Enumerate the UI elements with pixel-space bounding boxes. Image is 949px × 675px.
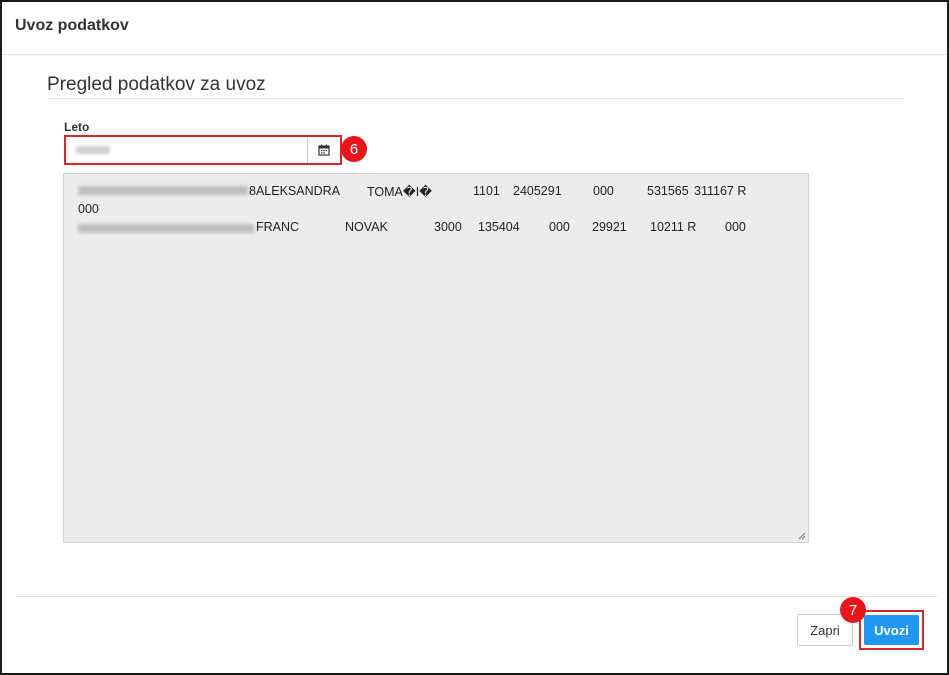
import-button[interactable]: Uvozi: [864, 615, 919, 645]
import-button-highlight: Uvozi: [859, 610, 924, 650]
section-title: Pregled podatkov za uvoz: [47, 74, 266, 95]
calendar-button[interactable]: [307, 137, 340, 163]
preview-row-3-surname: NOVAK: [345, 220, 388, 234]
year-input[interactable]: [66, 137, 307, 163]
preview-row-3-col8: 000: [725, 220, 746, 234]
dialog-title: Uvoz podatkov: [15, 17, 129, 34]
preview-row-1-surname: TOMA�I�: [367, 185, 432, 199]
preview-row-2: 000: [78, 202, 99, 216]
calendar-icon: [318, 144, 330, 156]
preview-row-1-col4: 2405291: [513, 184, 562, 198]
preview-row-3-col6: 29921: [592, 220, 627, 234]
footer-divider: [16, 596, 937, 597]
import-preview-textarea[interactable]: 8ALEKSANDRA TOMA�I� 1101 2405291 000 531…: [63, 173, 809, 543]
step-marker-6: 6: [341, 136, 367, 162]
preview-row-1-col3: 1101: [473, 184, 500, 198]
resize-handle-icon[interactable]: [798, 532, 806, 540]
redacted-year-value: [76, 146, 110, 154]
step-marker-7: 7: [840, 597, 866, 623]
section-divider: [47, 98, 905, 99]
preview-row-3-col7: 10211 R: [650, 220, 697, 234]
import-dialog: Uvoz podatkov Pregled podatkov za uvoz L…: [0, 0, 949, 675]
preview-row-1-name: 8ALEKSANDRA: [249, 184, 341, 198]
redacted-id-2: [78, 224, 254, 233]
preview-row-1-col7: 311167 R: [694, 184, 747, 198]
preview-row-3-col5: 000: [549, 220, 570, 234]
year-input-group: [64, 135, 342, 165]
preview-row-1-col6: 531565: [647, 184, 689, 198]
year-field-label: Leto: [64, 120, 90, 134]
preview-row-3-col3: 3000: [434, 220, 462, 234]
redacted-id-1: [78, 186, 248, 195]
dialog-header: Uvoz podatkov: [2, 2, 947, 55]
preview-row-3-name: FRANC: [256, 220, 300, 234]
preview-row-3-col4: 135404: [478, 220, 520, 234]
preview-row-1-col5: 000: [593, 184, 614, 198]
